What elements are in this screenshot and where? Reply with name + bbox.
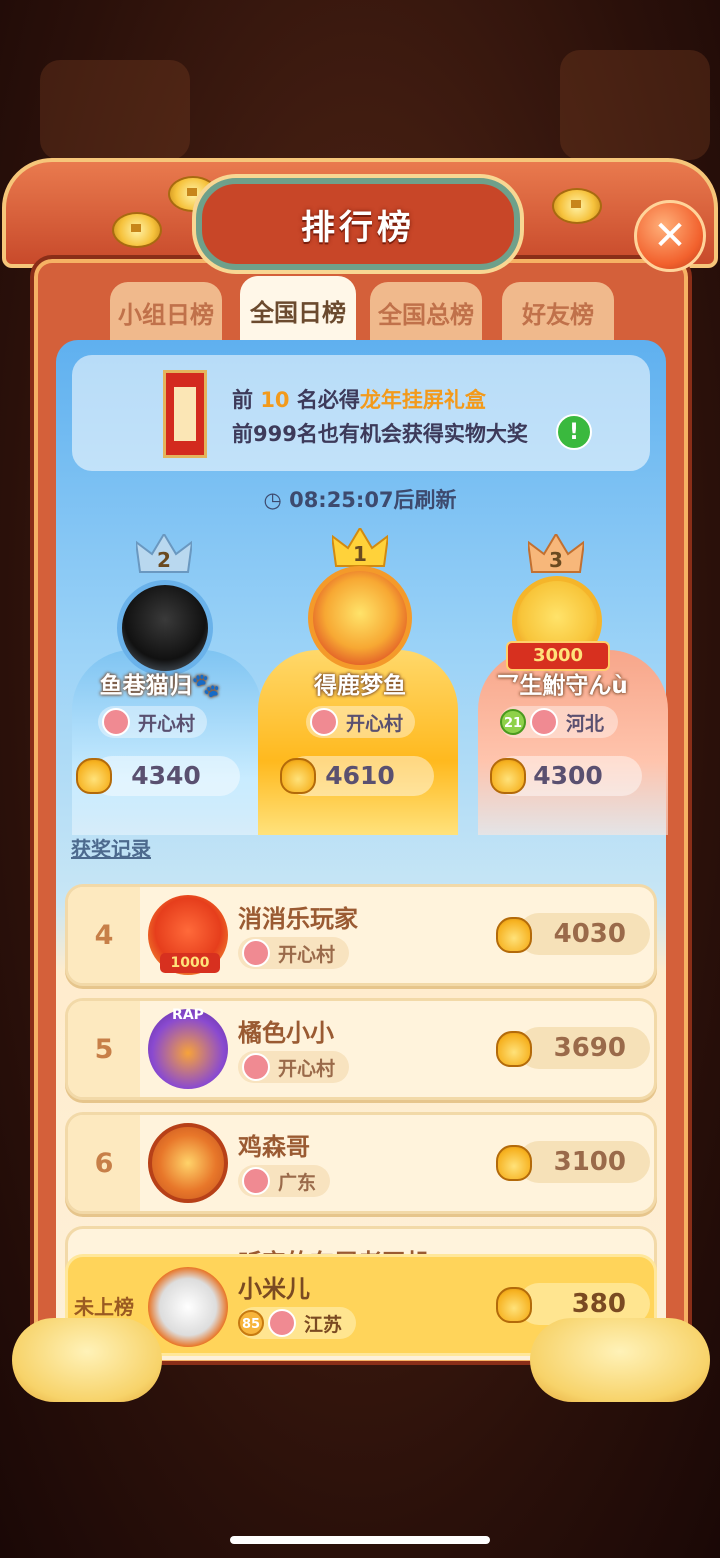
avatar <box>148 1123 228 1203</box>
tab-label: 全国总榜 <box>378 300 474 329</box>
avatar-frame-badge: 1000 <box>160 953 220 973</box>
cloud-decoration <box>530 1318 710 1402</box>
podium-name-2: 鱼巷猫归🐾 <box>99 673 221 699</box>
close-button[interactable]: ✕ <box>634 200 706 272</box>
avatar[interactable] <box>308 566 412 670</box>
level-badge: 21 <box>500 709 526 735</box>
notice-line-2: 前999名也有机会获得实物大奖 <box>232 422 528 446</box>
list-item[interactable]: 4 1000 消消乐玩家 开心村 4030 <box>65 884 657 986</box>
region-tag: 开心村 <box>98 706 208 738</box>
coin-bag-icon <box>490 758 526 794</box>
avatar[interactable] <box>117 580 213 676</box>
score-pill: 4340 <box>92 756 240 796</box>
dragon-icon <box>242 1053 270 1081</box>
coin-bag-icon <box>496 1287 532 1323</box>
player-name: 小米儿 <box>238 1275 310 1303</box>
tab-label: 小组日榜 <box>118 300 214 329</box>
coin-ornament <box>552 188 602 224</box>
notice-line-1: 前 10 名必得龙年挂屏礼盒 <box>232 388 486 412</box>
region-tag: 开心村 <box>238 937 350 969</box>
coin-bag-icon <box>496 917 532 953</box>
tab-friends[interactable]: 好友榜 <box>502 282 614 342</box>
score-pill: 3690 <box>518 1027 650 1069</box>
dragon-icon <box>242 939 270 967</box>
home-indicator[interactable] <box>230 1536 490 1544</box>
tab-national-total[interactable]: 全国总榜 <box>370 282 482 342</box>
coin-bag-icon <box>496 1031 532 1067</box>
rank-number: 5 <box>68 1001 140 1097</box>
region-tag: 85 江苏 <box>238 1307 357 1339</box>
award-history-link[interactable]: 获奖记录 <box>71 833 151 862</box>
list-item[interactable]: 6 鸡森哥 广东 3100 <box>65 1112 657 1214</box>
tab-label: 好友榜 <box>522 300 594 329</box>
coin-bag-icon <box>496 1145 532 1181</box>
coin-ornament <box>112 212 162 248</box>
gift-box-image <box>163 370 207 458</box>
crown-icon: 1 <box>330 526 390 568</box>
title-plate: 排行榜 <box>196 178 520 270</box>
rank-number: 4 <box>68 887 140 983</box>
dragon-icon <box>242 1167 270 1195</box>
info-icon[interactable]: ! <box>556 414 592 450</box>
podium-name-3: 乛生鮒守んù <box>496 673 628 699</box>
player-name: 鸡森哥 <box>238 1133 310 1161</box>
player-name: 消消乐玩家 <box>238 905 358 933</box>
region-tag: 广东 <box>238 1165 331 1197</box>
level-badge: 85 <box>238 1310 264 1336</box>
region-tag: 21 河北 <box>500 706 619 738</box>
background-decoration <box>560 50 710 160</box>
coin-bag-icon <box>76 758 112 794</box>
refresh-timer: ◷ 08:25:07后刷新 <box>263 488 457 512</box>
podium-name-1: 得鹿梦鱼 <box>314 673 406 699</box>
avatar <box>148 1267 228 1347</box>
list-item[interactable]: 5 RAP 橘色小小 开心村 3690 <box>65 998 657 1100</box>
tab-label: 全国日榜 <box>250 298 346 327</box>
avatar-frame-badge: RAP <box>172 1007 204 1023</box>
dragon-icon <box>102 708 130 736</box>
coin-bag-icon <box>280 758 316 794</box>
crown-icon: 3 <box>526 532 586 574</box>
tab-group-daily[interactable]: 小组日榜 <box>110 282 222 342</box>
page-title: 排行榜 <box>301 207 415 248</box>
background-decoration <box>40 60 190 160</box>
cloud-decoration <box>12 1318 162 1402</box>
score-pill: 3100 <box>518 1141 650 1183</box>
dragon-icon <box>268 1309 296 1337</box>
close-icon: ✕ <box>653 213 687 259</box>
region-tag: 开心村 <box>238 1051 350 1083</box>
clock-icon: ◷ <box>263 488 282 512</box>
dragon-icon <box>310 708 338 736</box>
score-pill: 4030 <box>518 913 650 955</box>
tab-national-daily[interactable]: 全国日榜 <box>240 276 356 344</box>
player-name: 橘色小小 <box>238 1019 334 1047</box>
region-tag: 开心村 <box>306 706 416 738</box>
rank-number: 6 <box>68 1115 140 1211</box>
crown-icon: 2 <box>134 532 194 574</box>
dragon-icon <box>530 708 558 736</box>
